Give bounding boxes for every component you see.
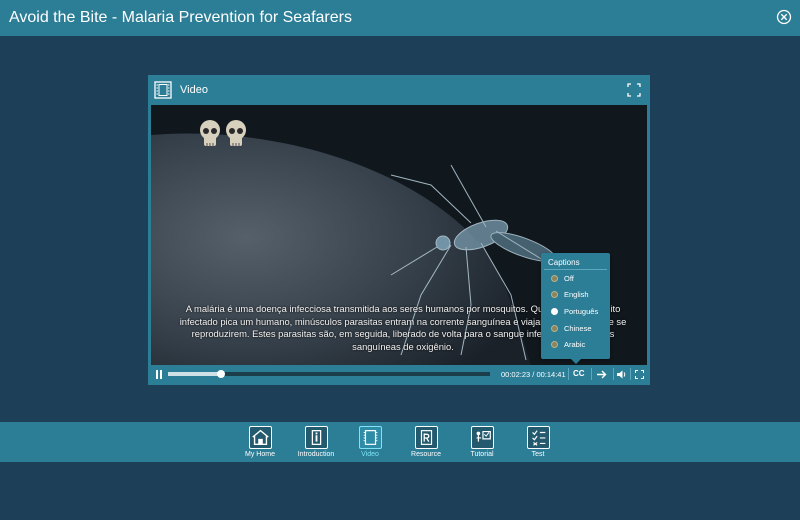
- volume-icon: [617, 370, 626, 378]
- nav-item-label: Resource: [411, 451, 441, 458]
- radio-icon: [551, 307, 558, 315]
- volume-button[interactable]: [616, 366, 628, 382]
- radio-icon: [551, 291, 558, 299]
- divider: [591, 368, 592, 380]
- caption-option-label: Arabic: [564, 340, 586, 350]
- radio-icon: [551, 341, 558, 349]
- nav-item[interactable]: Introduction: [291, 426, 341, 462]
- resource-icon: [414, 426, 438, 449]
- captions-menu: Captions Off English Português Chinese Arabi…: [541, 253, 610, 364]
- divider: [630, 368, 631, 380]
- caption-option-label: Chinese: [564, 323, 592, 333]
- arrow-right-icon: [597, 370, 607, 378]
- nav-item-label: Tutorial: [470, 451, 494, 458]
- bottom-nav: My Home Introduction Video Resource Tutorial…: [0, 422, 800, 462]
- caption-option[interactable]: Arabic: [541, 336, 610, 353]
- caption-option-label: Off: [564, 273, 574, 283]
- nav-item-label: My Home: [245, 451, 275, 458]
- fullscreen-icon: [627, 83, 641, 97]
- caption-option[interactable]: Off: [541, 270, 610, 287]
- nav-item[interactable]: Video: [345, 426, 395, 462]
- nav-item-label: Test: [531, 451, 545, 458]
- caption-option-label: English: [564, 290, 589, 300]
- divider: [568, 368, 569, 380]
- close-button[interactable]: [776, 9, 792, 25]
- lives-indicator: [199, 119, 247, 149]
- test-checklist-icon: [526, 426, 550, 449]
- player-controls: 00:02:23 / 00:14:41 CC: [151, 366, 647, 382]
- close-circle-icon: [776, 9, 792, 25]
- radio-icon: [551, 274, 558, 282]
- expand-button[interactable]: [627, 83, 641, 97]
- nav-item[interactable]: Tutorial: [457, 426, 507, 462]
- captions-button[interactable]: CC: [573, 369, 585, 378]
- caption-option[interactable]: English: [541, 287, 610, 304]
- time-display: 00:02:23 / 00:14:41: [501, 370, 566, 379]
- app-header: Avoid the Bite - Malaria Prevention for …: [0, 0, 800, 36]
- seek-bar[interactable]: [168, 370, 490, 378]
- nav-item[interactable]: My Home: [235, 426, 285, 462]
- nav-item-label: Introduction: [297, 451, 335, 458]
- nav-item[interactable]: Test: [513, 426, 563, 462]
- home-icon: [248, 426, 272, 449]
- caption-option-label: Português: [564, 306, 599, 316]
- tutorial-icon: [470, 426, 494, 449]
- divider: [613, 368, 614, 380]
- nav-item-label: Video: [361, 451, 379, 458]
- skull-icon: [200, 120, 220, 146]
- radio-icon: [551, 324, 558, 332]
- film-icon: [358, 426, 382, 449]
- pause-icon: [156, 369, 162, 379]
- captions-menu-title: Captions: [548, 258, 580, 267]
- skull-icon: [226, 120, 246, 146]
- film-icon: [154, 81, 172, 99]
- seek-handle[interactable]: [217, 370, 226, 378]
- nav-item[interactable]: Resource: [401, 426, 451, 462]
- caption-option[interactable]: Português: [541, 303, 610, 320]
- pause-button[interactable]: [154, 366, 164, 382]
- fullscreen-button[interactable]: [633, 366, 645, 382]
- seek-progress: [168, 372, 222, 376]
- next-button[interactable]: [595, 366, 609, 382]
- caption-option[interactable]: Chinese: [541, 320, 610, 337]
- app-title: Avoid the Bite - Malaria Prevention for …: [9, 9, 352, 26]
- panel-title: Video: [180, 84, 208, 96]
- info-icon: [304, 426, 328, 449]
- panel-header: Video: [148, 75, 650, 105]
- fullscreen-icon: [634, 369, 644, 379]
